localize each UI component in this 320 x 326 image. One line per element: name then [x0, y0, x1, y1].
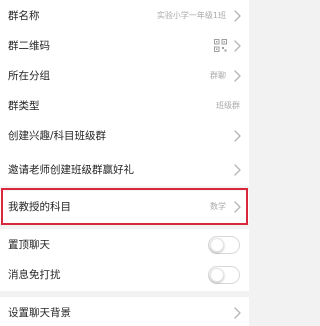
chevron-right-icon: [234, 130, 241, 142]
group-type-label: 群类型: [8, 100, 40, 112]
group-type-value: 班级群: [216, 101, 240, 110]
mute-notifications-row: 消息免打扰: [0, 259, 249, 291]
my-subject-value: 数学: [210, 202, 226, 211]
group-settings-screen: 群名称 实验小学一年级1班 群二维码 所在分组 群聊 群类型 班级群 创建兴趣/…: [0, 0, 249, 326]
chevron-right-icon: [234, 164, 241, 176]
group-info-section: 群名称 实验小学一年级1班 群二维码 所在分组 群聊 群类型 班级群 创建兴趣/…: [0, 0, 249, 154]
chat-background-row[interactable]: 设置聊天背景: [0, 297, 249, 326]
group-type-row[interactable]: 群类型 班级群: [0, 90, 249, 122]
create-interest-group-row[interactable]: 创建兴趣/科目班级群: [0, 120, 249, 152]
group-category-row[interactable]: 所在分组 群聊: [0, 60, 249, 92]
qr-code-row[interactable]: 群二维码: [0, 30, 249, 62]
mute-notifications-label: 消息免打扰: [8, 269, 61, 281]
my-subject-row[interactable]: 我教授的科目 数学: [0, 191, 249, 223]
invite-teacher-row[interactable]: 邀请老师创建班级群赢好礼: [0, 154, 249, 186]
group-name-value: 实验小学一年级1班: [156, 11, 226, 20]
chat-background-label: 设置聊天背景: [8, 307, 71, 319]
group-category-value: 群聊: [210, 71, 226, 80]
chevron-right-icon: [234, 70, 241, 82]
create-interest-group-label: 创建兴趣/科目班级群: [8, 130, 107, 142]
toggle-knob: [210, 238, 224, 252]
pin-chat-toggle[interactable]: [208, 236, 240, 254]
qr-code-label: 群二维码: [8, 40, 50, 52]
my-subject-label: 我教授的科目: [8, 201, 71, 213]
chevron-right-icon: [234, 10, 241, 22]
mute-notifications-toggle[interactable]: [208, 266, 240, 284]
chevron-right-icon: [234, 307, 241, 319]
qr-code-icon: [214, 39, 227, 52]
group-name-label: 群名称: [8, 10, 40, 22]
group-name-row[interactable]: 群名称 实验小学一年级1班: [0, 0, 249, 32]
toggle-knob: [210, 268, 224, 282]
chevron-right-icon: [234, 201, 241, 213]
pin-chat-row: 置顶聊天: [0, 229, 249, 261]
invite-teacher-label: 邀请老师创建班级群赢好礼: [8, 164, 134, 176]
chevron-right-icon: [234, 40, 241, 52]
group-category-label: 所在分组: [8, 70, 50, 82]
pin-chat-label: 置顶聊天: [8, 239, 50, 251]
